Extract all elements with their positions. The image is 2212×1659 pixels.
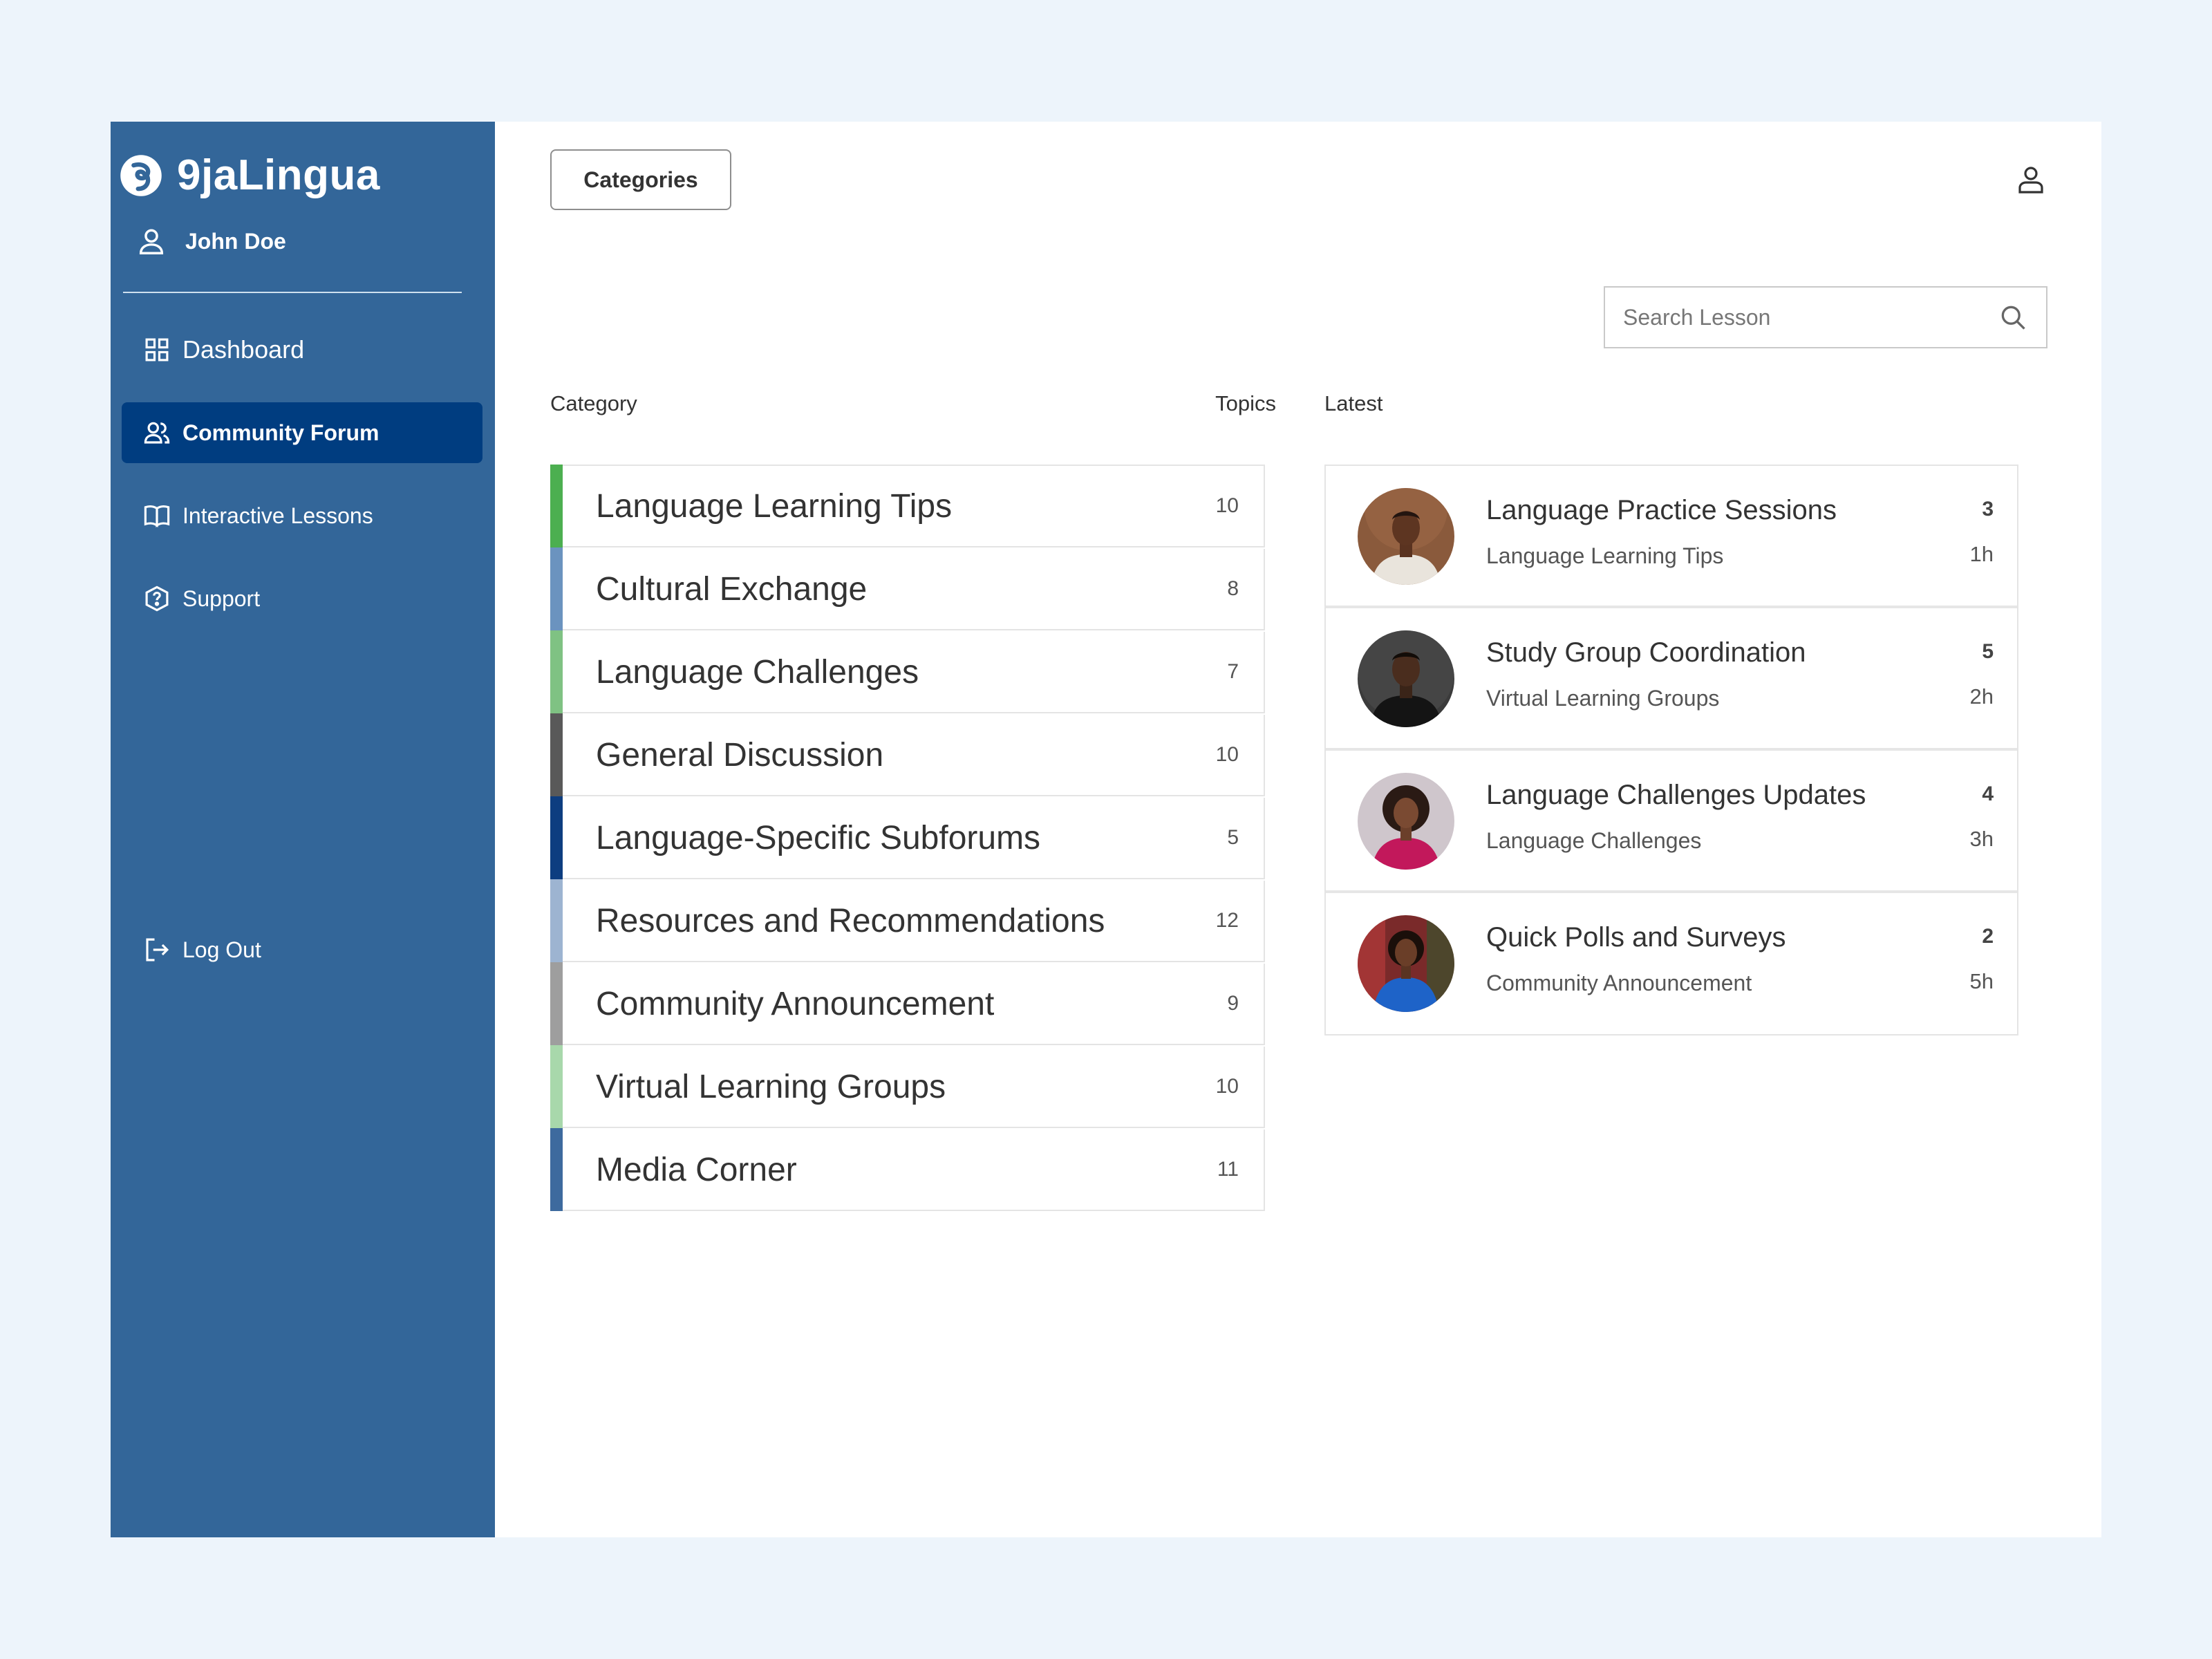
latest-reply-count: 4 (1982, 782, 1994, 805)
category-name: Resources and Recommendations (596, 902, 1105, 939)
sidebar-item-label: Support (182, 585, 261, 611)
logout-button[interactable]: Log Out (122, 919, 482, 980)
main-content: Categories Category Topics Latest Langua… (495, 122, 2101, 1537)
users-icon (144, 422, 170, 444)
category-name: Language-Specific Subforums (596, 819, 1041, 856)
book-icon (144, 505, 170, 527)
search-icon[interactable] (1998, 302, 2028, 332)
latest-category: Language Learning Tips (1486, 543, 1724, 568)
latest-time: 5h (1969, 969, 1994, 993)
search-box (1604, 286, 2047, 348)
category-topic-count: 7 (1227, 660, 1239, 683)
category-row[interactable]: General Discussion 10 (550, 713, 1265, 796)
latest-category: Language Challenges (1486, 828, 1702, 853)
user-icon (139, 229, 164, 254)
latest-item[interactable]: Language Challenges Updates Language Cha… (1326, 751, 2017, 893)
avatar (1358, 630, 1454, 727)
category-row[interactable]: Language-Specific Subforums 5 (550, 796, 1265, 879)
category-topic-count: 10 (1215, 494, 1239, 517)
category-color-bar (550, 1045, 563, 1128)
category-color-bar (550, 547, 563, 630)
avatar-woman-icon (1358, 773, 1454, 870)
latest-category: Community Announcement (1486, 971, 1752, 995)
sidebar: 9jaLingua John Doe Dashboard Community F… (111, 122, 495, 1537)
category-color-bar (550, 879, 563, 962)
category-color-bar (550, 713, 563, 796)
sidebar-item-label: Dashboard (182, 335, 305, 364)
brand-logo-icon (120, 154, 162, 196)
category-topic-count: 9 (1227, 992, 1239, 1015)
category-topic-count: 5 (1227, 826, 1239, 849)
category-topic-count: 8 (1227, 577, 1239, 600)
category-column-header: Category (550, 391, 637, 415)
category-row[interactable]: Media Corner 11 (550, 1128, 1265, 1211)
category-name: Media Corner (596, 1151, 797, 1188)
latest-title: Language Challenges Updates (1486, 780, 1866, 810)
avatar (1358, 915, 1454, 1012)
category-row[interactable]: Resources and Recommendations 12 (550, 879, 1265, 962)
sidebar-divider (123, 292, 462, 293)
category-name: Virtual Learning Groups (596, 1068, 946, 1105)
user-name: John Doe (185, 228, 286, 254)
category-row[interactable]: Virtual Learning Groups 10 (550, 1045, 1265, 1128)
logout-icon (146, 938, 169, 962)
category-name: General Discussion (596, 736, 884, 774)
latest-time: 3h (1969, 827, 1994, 851)
topics-column-header: Topics (1215, 391, 1276, 415)
latest-reply-count: 2 (1982, 925, 1994, 948)
category-table: Language Learning Tips 10 Cultural Excha… (550, 465, 1265, 1212)
category-topic-count: 10 (1215, 743, 1239, 766)
categories-button[interactable]: Categories (550, 149, 731, 210)
latest-list: Language Practice Sessions Language Lear… (1324, 465, 2018, 1035)
logout-label: Log Out (182, 937, 261, 962)
category-color-bar (550, 1128, 563, 1211)
sidebar-item-support[interactable]: Support (122, 568, 482, 629)
category-row[interactable]: Language Learning Tips 10 (550, 465, 1265, 547)
category-color-bar (550, 962, 563, 1045)
avatar (1358, 773, 1454, 870)
app-window: 9jaLingua John Doe Dashboard Community F… (111, 122, 2101, 1537)
sidebar-item-label: Community Forum (182, 420, 379, 445)
avatar-man-icon (1358, 488, 1454, 585)
sidebar-item-dashboard[interactable]: Dashboard (122, 319, 482, 380)
category-row[interactable]: Language Challenges 7 (550, 630, 1265, 713)
category-topic-count: 10 (1215, 1075, 1239, 1098)
category-color-bar (550, 465, 563, 547)
avatar-woman-icon (1358, 915, 1454, 1012)
sidebar-item-interactive-lessons[interactable]: Interactive Lessons (122, 485, 482, 546)
avatar (1358, 488, 1454, 585)
category-name: Cultural Exchange (596, 570, 868, 608)
latest-category: Virtual Learning Groups (1486, 686, 1720, 711)
latest-title: Quick Polls and Surveys (1486, 922, 1786, 953)
category-topic-count: 12 (1215, 909, 1239, 932)
category-color-bar (550, 630, 563, 713)
search-input[interactable] (1605, 287, 1998, 348)
brand[interactable]: 9jaLingua (118, 151, 380, 200)
help-icon (145, 585, 169, 612)
sidebar-item-label: Interactive Lessons (182, 503, 373, 528)
latest-reply-count: 5 (1982, 640, 1994, 663)
sidebar-item-community-forum[interactable]: Community Forum (122, 402, 482, 463)
latest-title: Language Practice Sessions (1486, 495, 1837, 525)
latest-item[interactable]: Quick Polls and Surveys Community Announ… (1326, 893, 2017, 1034)
latest-time: 2h (1969, 684, 1994, 709)
latest-column-header: Latest (1324, 391, 1383, 415)
category-name: Language Learning Tips (596, 487, 953, 525)
category-row[interactable]: Community Announcement 9 (550, 962, 1265, 1045)
latest-time: 1h (1969, 542, 1994, 566)
latest-item[interactable]: Study Group Coordination Virtual Learnin… (1326, 608, 2017, 751)
latest-item[interactable]: Language Practice Sessions Language Lear… (1326, 466, 2017, 608)
category-name: Community Announcement (596, 985, 995, 1022)
latest-reply-count: 3 (1982, 498, 1994, 521)
category-row[interactable]: Cultural Exchange 8 (550, 547, 1265, 630)
user-profile[interactable]: John Doe (135, 225, 286, 257)
avatar-man-icon (1358, 630, 1454, 727)
profile-icon[interactable] (2014, 163, 2047, 196)
category-color-bar (550, 796, 563, 879)
latest-title: Study Group Coordination (1486, 637, 1806, 668)
category-topic-count: 11 (1217, 1158, 1239, 1181)
grid-icon (145, 338, 169, 362)
brand-name: 9jaLingua (177, 151, 380, 199)
category-name: Language Challenges (596, 653, 919, 691)
